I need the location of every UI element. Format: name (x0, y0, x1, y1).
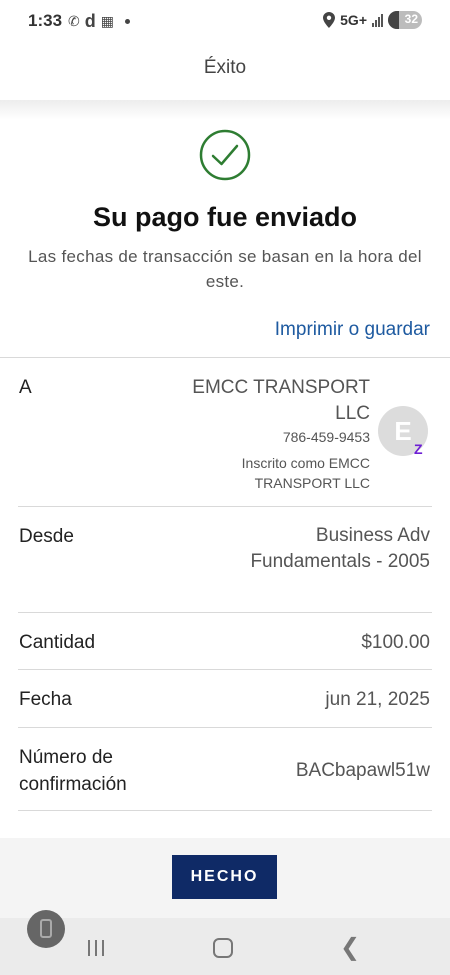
divider (18, 810, 432, 811)
status-time: 1:33 (28, 11, 63, 30)
notification-dot-icon (124, 18, 130, 24)
recent-apps-icon[interactable] (88, 940, 104, 956)
done-button[interactable]: HECHO (172, 855, 277, 899)
success-check-icon (199, 129, 251, 181)
status-system-icons: 5G+ 32 (323, 11, 422, 29)
divider (18, 506, 432, 507)
network-type: 5G+ (340, 12, 367, 28)
phone-icon (40, 919, 52, 938)
zelle-badge-icon: Z (414, 441, 423, 457)
status-bar: 1:33 ✆ d ▦ 5G+ 32 (0, 0, 450, 44)
date-label: Fecha (19, 689, 72, 710)
back-icon[interactable]: ❮ (340, 936, 360, 960)
divider (0, 357, 450, 358)
divider (18, 612, 432, 613)
recipient-enrolled-as: Inscrito como EMCC TRANSPORT LLC (241, 455, 370, 491)
amount-label: Cantidad (19, 632, 96, 653)
battery-icon: 32 (388, 11, 422, 29)
amount-value: $100.00 (361, 632, 430, 653)
timezone-note: Las fechas de transacción se basan en la… (28, 247, 422, 291)
recipient-phone: 786-459-9453 (282, 429, 370, 445)
confirmation-label: Número de confirmación (19, 747, 127, 795)
gallery-icon: ▦ (100, 13, 114, 29)
recipient-name: EMCC TRANSPORT LLC (192, 377, 370, 424)
date-value: jun 21, 2025 (325, 689, 430, 710)
divider (18, 727, 432, 728)
divider (18, 669, 432, 670)
battery-level: 32 (404, 12, 418, 26)
success-headline: Su pago fue enviado (92, 202, 358, 232)
whatsapp-icon: ✆ (68, 13, 80, 29)
status-notification-icons: ✆ d ▦ (68, 11, 130, 31)
recipient-label: A (19, 377, 32, 398)
header-shadow (0, 100, 450, 120)
d-app-icon: d (84, 11, 96, 31)
signal-icon (372, 13, 383, 27)
location-icon (323, 12, 336, 28)
battery-fill (388, 11, 399, 29)
page-title: Éxito (203, 57, 247, 78)
from-account: Business Adv Fundamentals - 2005 (250, 525, 430, 572)
floating-assistant-button[interactable] (27, 910, 65, 948)
print-or-save-link[interactable]: Imprimir o guardar (275, 319, 430, 341)
from-label: Desde (19, 526, 74, 547)
home-icon[interactable] (213, 938, 233, 958)
confirmation-number: BACbapawl51w (295, 760, 430, 781)
app-header: Éxito (0, 44, 450, 100)
